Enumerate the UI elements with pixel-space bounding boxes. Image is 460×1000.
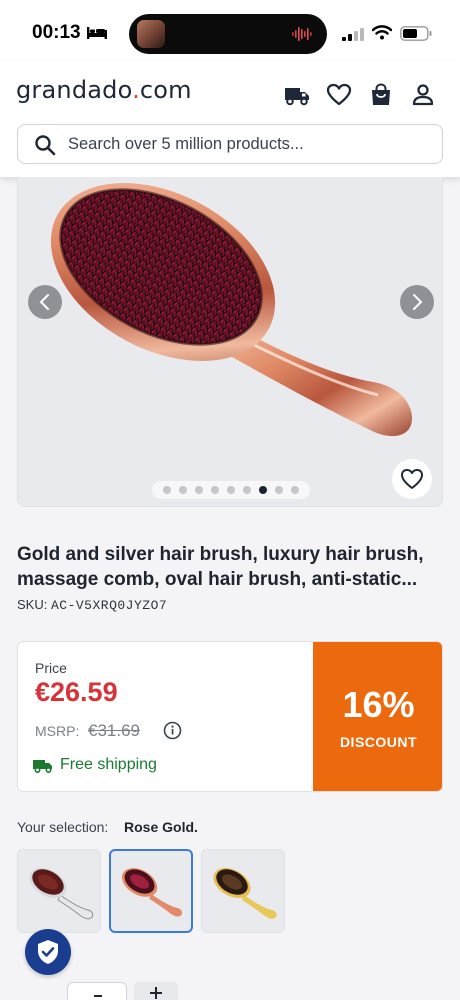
msrp-label: MSRP: <box>35 723 80 739</box>
truck-icon <box>33 760 52 773</box>
price-label: Price <box>35 660 67 676</box>
logo-dot: . <box>132 76 140 104</box>
wifi-icon <box>372 25 392 40</box>
product-sku: SKU: AC-V5XRQ0JYZO7 <box>17 597 167 613</box>
search-input[interactable]: Search over 5 million products... <box>17 124 443 164</box>
quantity-input[interactable] <box>67 982 127 1000</box>
info-icon[interactable] <box>163 721 182 740</box>
wishlist-button[interactable] <box>392 459 432 499</box>
shipping-text: Free shipping <box>60 756 157 773</box>
gallery-dot[interactable] <box>291 486 299 494</box>
quantity-minus-icon[interactable] <box>94 995 102 997</box>
cellular-signal-icon <box>342 28 364 41</box>
status-bar: 00:13 <box>0 0 460 62</box>
variant-option-silver[interactable] <box>17 849 101 933</box>
variant-thumbnail <box>213 867 277 919</box>
gallery-dot-active[interactable] <box>259 486 267 494</box>
gallery-dot[interactable] <box>195 486 203 494</box>
battery-icon <box>400 26 432 41</box>
product-image[interactable] <box>18 177 443 507</box>
product-gallery[interactable] <box>17 177 443 507</box>
quantity-plus-button[interactable] <box>134 982 178 1000</box>
variant-option-gold[interactable] <box>201 849 285 933</box>
variant-thumbnail <box>121 868 183 917</box>
discount-percent: 16% <box>342 684 415 725</box>
heart-icon <box>401 469 423 489</box>
price-card: Price €26.59 MSRP: €31.69 Free shipping … <box>17 641 443 792</box>
audio-wave-icon <box>292 27 312 41</box>
island-avatar <box>137 20 165 48</box>
trust-badge-button[interactable] <box>25 929 71 975</box>
shield-check-icon <box>38 940 58 964</box>
plus-icon-vertical <box>155 987 157 999</box>
shopping-bag-icon[interactable] <box>368 82 394 108</box>
sku-value: AC-V5XRQ0JYZO7 <box>50 598 168 613</box>
chevron-right-icon <box>413 294 423 310</box>
selection-value: Rose Gold. <box>124 819 198 835</box>
sku-label: SKU: <box>17 597 48 612</box>
product-title: Gold and silver hair brush, luxury hair … <box>17 544 424 590</box>
gallery-prev-button[interactable] <box>28 285 62 319</box>
gallery-dot[interactable] <box>275 486 283 494</box>
truck-icon[interactable] <box>284 82 310 108</box>
gallery-dot[interactable] <box>211 486 219 494</box>
variant-option-rose-gold[interactable] <box>109 849 193 933</box>
variant-thumbnail <box>29 867 94 920</box>
site-logo[interactable]: grandado.com <box>16 76 192 104</box>
selection-label: Your selection: <box>17 819 109 835</box>
gallery-dot[interactable] <box>243 486 251 494</box>
discount-label: DISCOUNT <box>339 734 418 750</box>
msrp-value: €31.69 <box>88 721 140 740</box>
gallery-pagination <box>152 481 310 499</box>
dynamic-island[interactable] <box>129 14 327 54</box>
discount-badge: 16% DISCOUNT <box>313 642 442 791</box>
bed-icon <box>87 27 107 39</box>
gallery-dot[interactable] <box>227 486 235 494</box>
site-header: grandado.com Search over 5 million produ… <box>0 62 460 177</box>
chevron-left-icon <box>39 294 49 310</box>
heart-icon[interactable] <box>326 82 352 108</box>
search-icon <box>35 135 56 156</box>
user-icon[interactable] <box>410 82 436 108</box>
logo-tld: com <box>139 76 192 104</box>
gallery-dot[interactable] <box>179 486 187 494</box>
logo-main: grandado <box>16 76 133 104</box>
gallery-next-button[interactable] <box>400 285 434 319</box>
gallery-dot[interactable] <box>163 486 171 494</box>
search-placeholder: Search over 5 million products... <box>68 135 304 153</box>
price-value: €26.59 <box>35 677 118 707</box>
status-time: 00:13 <box>32 22 81 43</box>
